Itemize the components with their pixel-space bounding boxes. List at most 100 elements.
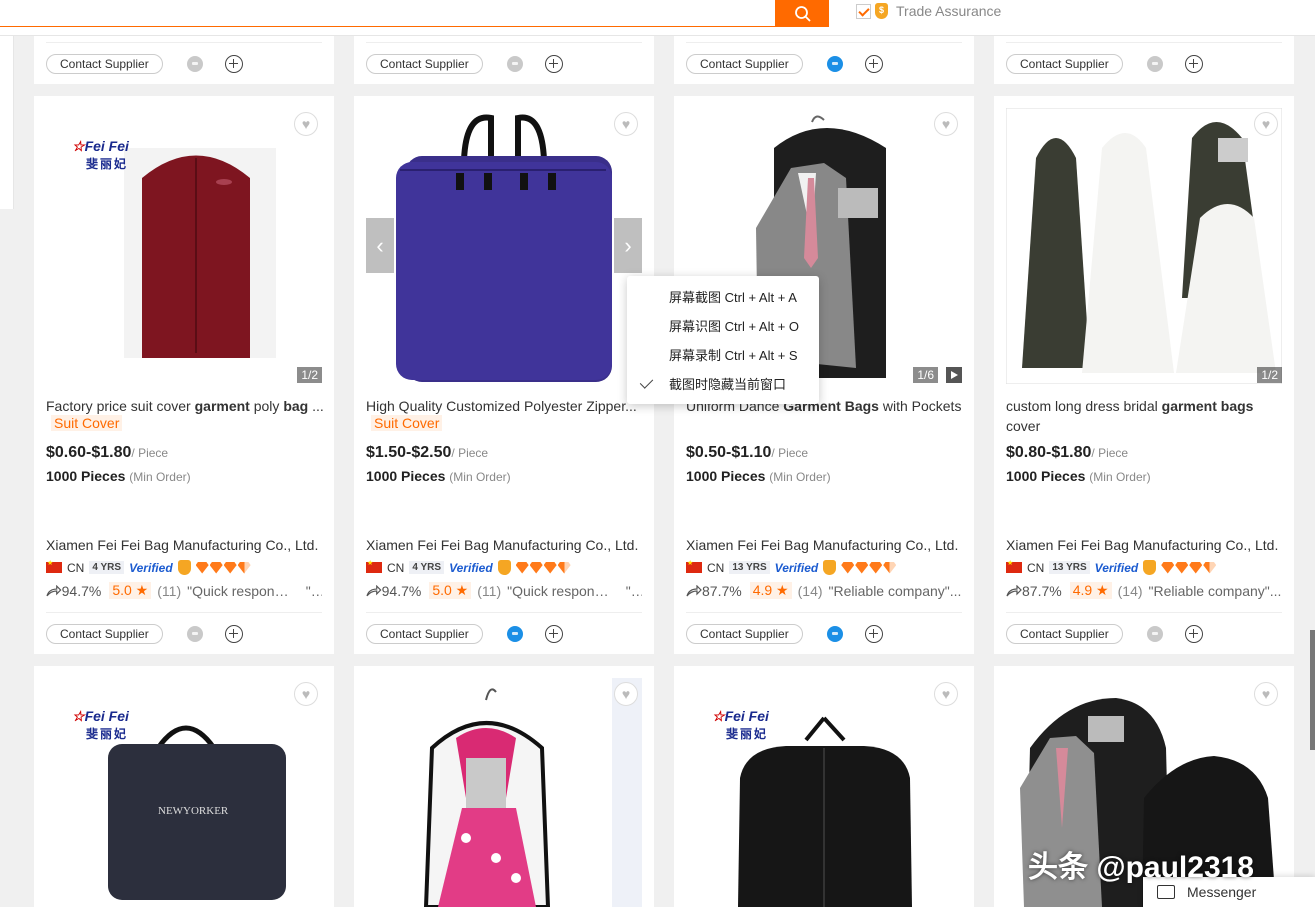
menu-item-screenshot[interactable]: 屏幕截图 Ctrl + Alt + A [627, 282, 819, 311]
trade-assurance-checkbox[interactable] [856, 3, 871, 19]
favorite-heart-icon[interactable]: ♥ [1254, 112, 1278, 136]
contact-supplier-button[interactable]: Contact Supplier [46, 53, 163, 74]
product-image[interactable] [366, 678, 642, 907]
product-card[interactable]: ☆Fei Fei 斐丽妃 ♥ 1/2 Factory price suit cov… [34, 96, 334, 654]
favorite-heart-icon[interactable]: ♥ [294, 112, 318, 136]
add-compare-icon[interactable] [864, 54, 883, 73]
product-card[interactable]: ♥ 1/2 custom long dress bridal garment b… [994, 96, 1294, 654]
product-card[interactable]: ♥ [354, 666, 654, 907]
product-image[interactable]: ☆Fei Fei 斐丽妃 [686, 678, 962, 907]
product-card[interactable]: ‹ › ♥ 1 High Quality Customized Polyeste… [354, 96, 654, 654]
category-tag[interactable]: Suit Cover [51, 415, 123, 431]
gold-supplier-icon [1143, 560, 1157, 575]
review-count[interactable]: (11) [157, 583, 181, 599]
trade-assurance-filter[interactable]: $ Trade Assurance [856, 3, 1001, 19]
price-value: $0.80-$1.80 [1006, 444, 1092, 461]
menu-item-hide-window[interactable]: 截图时隐藏当前窗口 [627, 369, 819, 398]
contact-supplier-button[interactable]: Contact Supplier [366, 53, 483, 74]
contact-supplier-button[interactable]: Contact Supplier [1006, 53, 1123, 74]
favorite-heart-icon[interactable]: ♥ [614, 112, 638, 136]
title-keyword: garment [194, 398, 250, 414]
diamond-icon [543, 561, 557, 574]
search-button[interactable] [776, 0, 829, 27]
chat-icon[interactable] [1146, 625, 1163, 642]
chat-online-icon[interactable] [826, 625, 843, 642]
review-quote: "Reliable company"... [1148, 582, 1282, 599]
review-count[interactable]: (14) [1118, 583, 1143, 599]
contact-supplier-button[interactable]: Contact Supplier [686, 53, 803, 74]
response-arrow-icon [1006, 584, 1022, 596]
half-diamond-icon [883, 561, 897, 574]
rating-badge: 4.9 ★ [749, 582, 792, 599]
supplier-name[interactable]: Xiamen Fei Fei Bag Manufacturing Co., Lt… [366, 537, 638, 553]
verified-badge[interactable]: Verified [449, 561, 493, 575]
review-count[interactable]: (11) [477, 583, 501, 599]
half-diamond-icon [557, 561, 571, 574]
add-compare-icon[interactable] [224, 54, 243, 73]
favorite-heart-icon[interactable]: ♥ [934, 112, 958, 136]
favorite-heart-icon[interactable]: ♥ [294, 682, 318, 706]
product-image[interactable] [366, 108, 642, 384]
china-flag-icon [1006, 559, 1022, 573]
supplier-stats: 87.7% 4.9 ★ (14) "Reliable company"... [1006, 582, 1282, 599]
contact-supplier-button[interactable]: Contact Supplier [686, 623, 803, 644]
favorite-heart-icon[interactable]: ♥ [934, 682, 958, 706]
category-tag[interactable]: Suit Cover [371, 415, 443, 431]
price-unit: / Piece [131, 446, 169, 460]
product-image[interactable]: ☆Fei Fei 斐丽妃 [46, 108, 322, 384]
image-prev-button[interactable]: ‹ [366, 218, 394, 273]
scrollbar[interactable] [1310, 630, 1315, 750]
chat-icon[interactable] [186, 625, 203, 642]
chat-icon[interactable] [186, 55, 203, 72]
contact-supplier-button[interactable]: Contact Supplier [1006, 623, 1123, 644]
add-compare-icon[interactable] [1184, 54, 1203, 73]
product-title[interactable]: High Quality Customized Polyester Zipper… [366, 396, 644, 416]
verified-badge[interactable]: Verified [129, 561, 173, 575]
favorite-heart-icon[interactable]: ♥ [614, 682, 638, 706]
product-image[interactable]: ☆Fei Fei 斐丽妃 NEWYORKER [46, 678, 322, 907]
supplier-name[interactable]: Xiamen Fei Fei Bag Manufacturing Co., Lt… [46, 537, 318, 553]
verified-badge[interactable]: Verified [1095, 561, 1139, 575]
card-footer: Contact Supplier [46, 42, 322, 84]
supplier-name[interactable]: Xiamen Fei Fei Bag Manufacturing Co., Lt… [1006, 537, 1278, 553]
chat-online-icon[interactable] [826, 55, 843, 72]
add-compare-icon[interactable] [544, 54, 563, 73]
product-title[interactable]: custom long dress bridal garment bags co… [1006, 396, 1284, 436]
chat-online-icon[interactable] [506, 625, 523, 642]
add-compare-icon[interactable] [224, 624, 243, 643]
messenger-label: Messenger [1187, 884, 1257, 900]
product-title[interactable]: Factory price suit cover garment poly ba… [46, 396, 324, 416]
card-footer: Contact Supplier [686, 42, 962, 84]
product-image[interactable] [1006, 108, 1282, 384]
review-count[interactable]: (14) [798, 583, 823, 599]
add-compare-icon[interactable] [864, 624, 883, 643]
add-compare-icon[interactable] [1184, 624, 1203, 643]
menu-item-screen-recognize[interactable]: 屏幕识图 Ctrl + Alt + O [627, 311, 819, 340]
product-photo [1006, 108, 1282, 384]
product-card[interactable]: ☆Fei Fei 斐丽妃 NEWYORKER ♥ [34, 666, 334, 907]
min-order: 1000 Pieces (Min Order) [1006, 468, 1151, 484]
chat-icon[interactable] [506, 55, 523, 72]
brand-logo: ☆Fei Fei 斐丽妃 [72, 138, 129, 171]
diamond-icon [841, 561, 855, 574]
contact-supplier-button[interactable]: Contact Supplier [46, 623, 163, 644]
verified-badge[interactable]: Verified [775, 561, 819, 575]
search-input[interactable] [0, 0, 776, 27]
product-photo [366, 678, 612, 907]
favorite-heart-icon[interactable]: ♥ [1254, 682, 1278, 706]
video-play-icon[interactable] [946, 367, 962, 383]
add-compare-icon[interactable] [544, 624, 563, 643]
chat-icon[interactable] [1146, 55, 1163, 72]
contact-supplier-button[interactable]: Contact Supplier [366, 623, 483, 644]
price-value: $0.60-$1.80 [46, 444, 132, 461]
price-unit: / Piece [451, 446, 489, 460]
product-card[interactable]: ☆Fei Fei 斐丽妃 ♥ [674, 666, 974, 907]
menu-item-screen-record[interactable]: 屏幕录制 Ctrl + Alt + S [627, 340, 819, 369]
image-next-button[interactable]: › [614, 218, 642, 273]
supplier-name[interactable]: Xiamen Fei Fei Bag Manufacturing Co., Lt… [686, 537, 958, 553]
supplier-stats: 87.7% 4.9 ★ (14) "Reliable company"... [686, 582, 962, 599]
supplier-badges: CN 4 YRS Verified [46, 559, 252, 575]
messenger-icon [1157, 885, 1175, 899]
diamond-icon [209, 561, 223, 574]
min-order: 1000 Pieces (Min Order) [46, 468, 191, 484]
